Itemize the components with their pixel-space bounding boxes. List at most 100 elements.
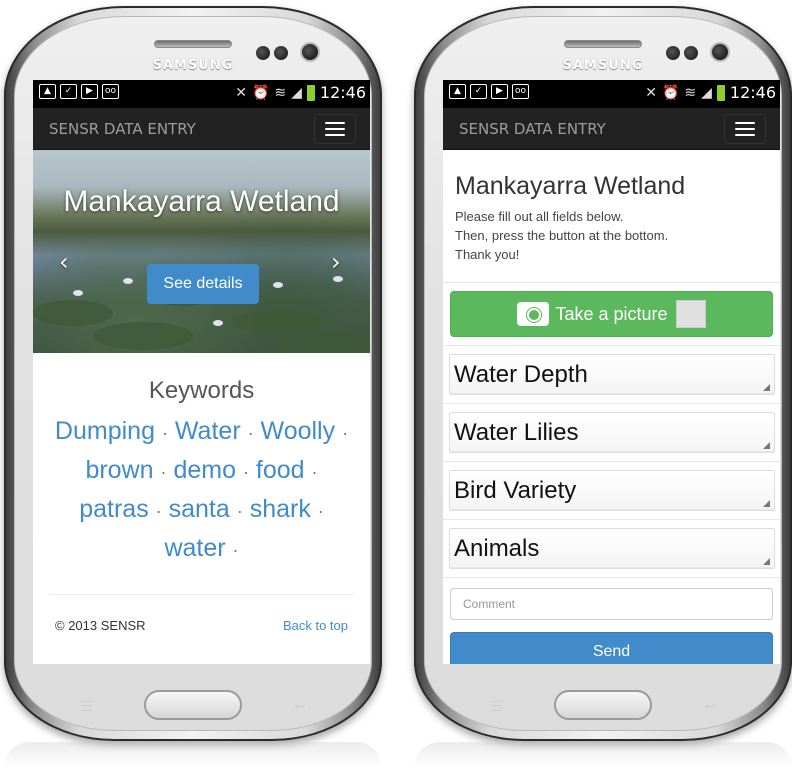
keyword-separator: ·: [311, 462, 318, 482]
lily-pad: [93, 322, 193, 350]
camera-icon: [517, 302, 550, 326]
menu-toggle-button[interactable]: [314, 114, 356, 144]
voicemail-icon: oo: [512, 84, 529, 99]
form-header: Mankayarra Wetland Please fill out all f…: [443, 172, 780, 264]
keyword-link[interactable]: Water: [175, 417, 241, 445]
see-details-button[interactable]: See details: [147, 264, 259, 304]
front-camera-icon: [710, 42, 730, 62]
menu-toggle-button[interactable]: [724, 114, 766, 144]
navbar-brand[interactable]: SENSR DATA ENTRY: [49, 120, 196, 138]
lily-pad: [33, 300, 113, 326]
light-sensor: [684, 46, 698, 60]
keywords-heading: Keywords: [148, 377, 255, 404]
water-lily-flower: [213, 320, 223, 326]
voicemail-icon: oo: [102, 84, 119, 99]
lily-pad: [233, 310, 323, 334]
hero-carousel: Mankayarra Wetland ‹ › See details: [33, 150, 370, 353]
home-button[interactable]: [554, 690, 652, 720]
alarm-icon: ⏰: [251, 84, 270, 101]
keyword-separator: ·: [160, 462, 167, 482]
front-camera-icon: [300, 42, 320, 62]
hamburger-icon-bar: [325, 134, 345, 136]
navbar: SENSR DATA ENTRY: [443, 108, 780, 150]
wifi-icon: ≋: [274, 84, 287, 101]
water-lilies-select[interactable]: Water Lilies: [449, 412, 775, 453]
dropdown-corner-icon: [763, 500, 770, 507]
select-value: Bird Variety: [454, 477, 577, 504]
checkbox-icon: ✓: [60, 84, 77, 99]
keyword-separator: ·: [236, 501, 243, 521]
keyword-link[interactable]: food: [256, 456, 305, 484]
earpiece-speaker: [564, 40, 642, 48]
navbar-brand[interactable]: SENSR DATA ENTRY: [459, 120, 606, 138]
screen-right: ▲ ✓ ▶ oo ✕ ⏰ ≋ ◢ 12:46 SENSR DATA ENTRY: [443, 80, 780, 664]
instruction-line: Thank you!: [455, 247, 520, 262]
wifi-icon: ≋: [684, 84, 697, 101]
keyword-link[interactable]: Dumping: [55, 417, 155, 445]
back-to-top-link[interactable]: Back to top: [283, 618, 348, 633]
hamburger-icon-bar: [325, 122, 345, 124]
footer-copyright: © 2013 SENSR: [55, 618, 146, 633]
screen-left: ▲ ✓ ▶ oo ✕ ⏰ ≋ ◢ 12:46 SENSR DATA ENTRY: [33, 80, 370, 664]
device-brand: SAMSUNG: [562, 58, 644, 73]
divider: [443, 519, 780, 520]
phone-reflection: [4, 742, 382, 768]
earpiece-speaker: [154, 40, 232, 48]
play-store-icon: ▶: [491, 84, 508, 99]
battery-icon: [306, 84, 315, 101]
menu-soft-key-icon[interactable]: ☰: [80, 699, 93, 715]
back-soft-key-icon[interactable]: ↩: [294, 699, 306, 715]
keyword-link[interactable]: patras: [79, 495, 148, 523]
keyword-link[interactable]: shark: [250, 495, 311, 523]
keyword-separator: ·: [342, 423, 349, 443]
instruction-line: Then, press the button at the bottom.: [455, 228, 669, 243]
dropdown-corner-icon: [763, 384, 770, 391]
mute-icon: ✕: [235, 84, 247, 101]
keyword-link[interactable]: water: [164, 534, 225, 562]
signal-icon: ◢: [701, 84, 712, 101]
keyword-link[interactable]: santa: [169, 495, 230, 523]
bird-variety-select[interactable]: Bird Variety: [449, 470, 775, 511]
back-soft-key-icon[interactable]: ↩: [704, 699, 716, 715]
keyword-link[interactable]: demo: [173, 456, 236, 484]
instruction-line: Please fill out all fields below.: [455, 209, 624, 224]
water-lily-flower: [273, 282, 283, 288]
water-depth-select[interactable]: Water Depth: [449, 354, 775, 395]
form-instructions: Please fill out all fields below. Then, …: [455, 207, 768, 264]
menu-soft-key-icon[interactable]: ☰: [490, 699, 503, 715]
gallery-icon: ▲: [449, 84, 466, 99]
carousel-next-icon[interactable]: ›: [331, 248, 341, 276]
water-lily-flower: [73, 290, 83, 296]
hamburger-icon-bar: [735, 134, 755, 136]
proximity-sensor: [256, 46, 270, 60]
keyword-separator: ·: [247, 423, 254, 443]
phone-right: SAMSUNG ▲ ✓ ▶ oo ✕ ⏰ ≋ ◢ 12:46 SENSR DAT…: [414, 6, 792, 741]
page-title: Mankayarra Wetland: [455, 172, 686, 200]
keyword-link[interactable]: brown: [85, 456, 153, 484]
device-brand: SAMSUNG: [152, 58, 234, 73]
dropdown-corner-icon: [763, 442, 770, 449]
take-picture-label: Take a picture: [555, 303, 668, 324]
home-button[interactable]: [144, 690, 242, 720]
phone-left: SAMSUNG ▲ ✓ ▶ oo ✕ ⏰ ≋ ◢ 12:46 SENSR DAT…: [4, 6, 382, 741]
select-value: Water Lilies: [454, 419, 579, 446]
mute-icon: ✕: [645, 84, 657, 101]
send-button[interactable]: Send: [450, 632, 773, 664]
proximity-sensor: [666, 46, 680, 60]
status-time: 12:46: [319, 83, 366, 102]
hamburger-icon-bar: [735, 122, 755, 124]
divider: [443, 282, 780, 283]
play-store-icon: ▶: [81, 84, 98, 99]
keyword-link[interactable]: Woolly: [261, 417, 336, 445]
animals-select[interactable]: Animals: [449, 528, 775, 569]
take-picture-button[interactable]: Take a picture: [450, 291, 773, 337]
carousel-prev-icon[interactable]: ‹: [59, 248, 69, 276]
comment-input[interactable]: Comment: [450, 588, 773, 620]
battery-icon: [716, 84, 725, 101]
hamburger-icon-bar: [735, 128, 755, 130]
footer-divider: [49, 594, 354, 595]
light-sensor: [274, 46, 288, 60]
phone-reflection: [414, 742, 792, 768]
alarm-icon: ⏰: [661, 84, 680, 101]
hero-title: Mankayarra Wetland: [63, 185, 340, 218]
